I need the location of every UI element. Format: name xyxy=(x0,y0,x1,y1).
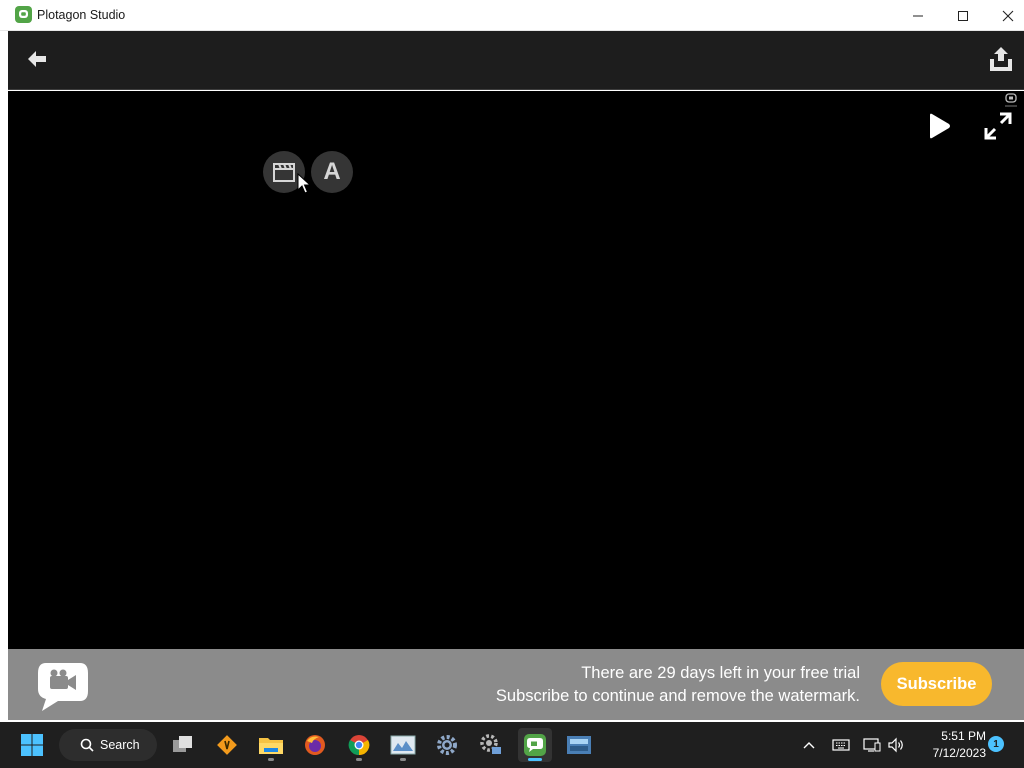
play-icon xyxy=(930,113,950,139)
notification-badge[interactable]: 1 xyxy=(988,736,1004,752)
keyboard-app-icon xyxy=(567,736,591,754)
back-arrow-icon xyxy=(28,51,46,67)
fullscreen-icon xyxy=(984,112,1012,140)
taskbar-firefox[interactable] xyxy=(298,728,332,762)
active-indicator xyxy=(528,758,542,761)
play-button[interactable] xyxy=(926,113,952,139)
plotagon-logo-icon xyxy=(38,663,88,711)
toolbar xyxy=(8,31,1024,90)
plotagon-watermark-icon xyxy=(1005,93,1017,107)
clock-time: 5:51 PM xyxy=(941,729,986,743)
photos-icon xyxy=(390,735,416,755)
plotagon-app-icon xyxy=(15,6,32,23)
window-title: Plotagon Studio xyxy=(37,8,126,22)
plotagon-window: Plotagon Studio A There are 29 days left… xyxy=(0,0,1024,722)
taskbar-photos[interactable] xyxy=(386,728,420,762)
volume-icon xyxy=(888,737,903,753)
windows-taskbar: Search 5:51 PM 7/12/2023 1 xyxy=(0,722,1024,768)
close-icon xyxy=(1002,10,1014,21)
taskbar-task-view[interactable] xyxy=(166,728,200,762)
file-explorer-icon xyxy=(259,738,283,754)
minimize-icon xyxy=(913,15,923,16)
close-button[interactable] xyxy=(985,0,1024,31)
taskbar-clock[interactable]: 5:51 PM 7/12/2023 xyxy=(912,728,986,762)
mouse-cursor-icon xyxy=(297,173,311,194)
settings-tool-icon xyxy=(480,734,501,754)
chrome-icon xyxy=(348,735,370,756)
task-view-icon xyxy=(173,736,192,752)
network-icon xyxy=(863,738,881,752)
trial-subscribe-hint: Subscribe to continue and remove the wat… xyxy=(495,687,860,705)
taskbar-search[interactable]: Search xyxy=(59,729,157,761)
plotagon-taskbar-icon xyxy=(524,734,546,756)
taskbar-file-explorer[interactable] xyxy=(254,728,288,762)
input-indicator-button[interactable] xyxy=(829,722,853,768)
video-stage[interactable]: A xyxy=(8,91,1024,649)
back-button[interactable] xyxy=(26,49,50,71)
title-bar: Plotagon Studio xyxy=(0,0,1024,31)
show-hidden-icons-button[interactable] xyxy=(798,722,820,768)
volume-button[interactable] xyxy=(885,722,907,768)
keyboard-icon xyxy=(832,739,850,751)
taskbar-settings-tool[interactable] xyxy=(474,728,508,762)
search-icon xyxy=(80,738,94,752)
running-indicator xyxy=(400,758,406,761)
chevron-up-icon xyxy=(803,742,815,749)
firefox-icon xyxy=(305,735,325,755)
taskbar-settings[interactable] xyxy=(430,728,464,762)
settings-icon xyxy=(437,735,457,755)
trial-days-left: There are 29 days left in your free tria… xyxy=(581,664,860,682)
maximize-icon xyxy=(958,10,968,21)
taskbar-chrome[interactable] xyxy=(342,728,376,762)
network-button[interactable] xyxy=(861,722,883,768)
fullscreen-button[interactable] xyxy=(983,111,1013,141)
start-button[interactable] xyxy=(15,728,49,762)
clock-date: 7/12/2023 xyxy=(932,746,986,760)
minimize-button[interactable] xyxy=(895,0,941,31)
add-text-button[interactable]: A xyxy=(311,151,353,193)
share-upload-icon xyxy=(990,47,1012,71)
clapperboard-icon xyxy=(273,163,295,182)
running-indicator xyxy=(356,758,362,761)
taskbar-plotagon[interactable] xyxy=(518,728,552,762)
search-label: Search xyxy=(100,738,140,752)
trial-banner: There are 29 days left in your free tria… xyxy=(8,649,1024,720)
taskbar-keyboard-app[interactable] xyxy=(562,728,596,762)
maximize-button[interactable] xyxy=(940,0,986,31)
share-button[interactable] xyxy=(988,45,1014,73)
subscribe-button[interactable]: Subscribe xyxy=(881,662,992,706)
windows-start-icon xyxy=(21,734,43,756)
add-text-label: A xyxy=(323,158,341,185)
running-indicator xyxy=(268,758,274,761)
trial-message: There are 29 days left in your free tria… xyxy=(496,662,860,708)
taskbar-vlc[interactable] xyxy=(210,728,244,762)
vlc-icon xyxy=(217,735,237,755)
